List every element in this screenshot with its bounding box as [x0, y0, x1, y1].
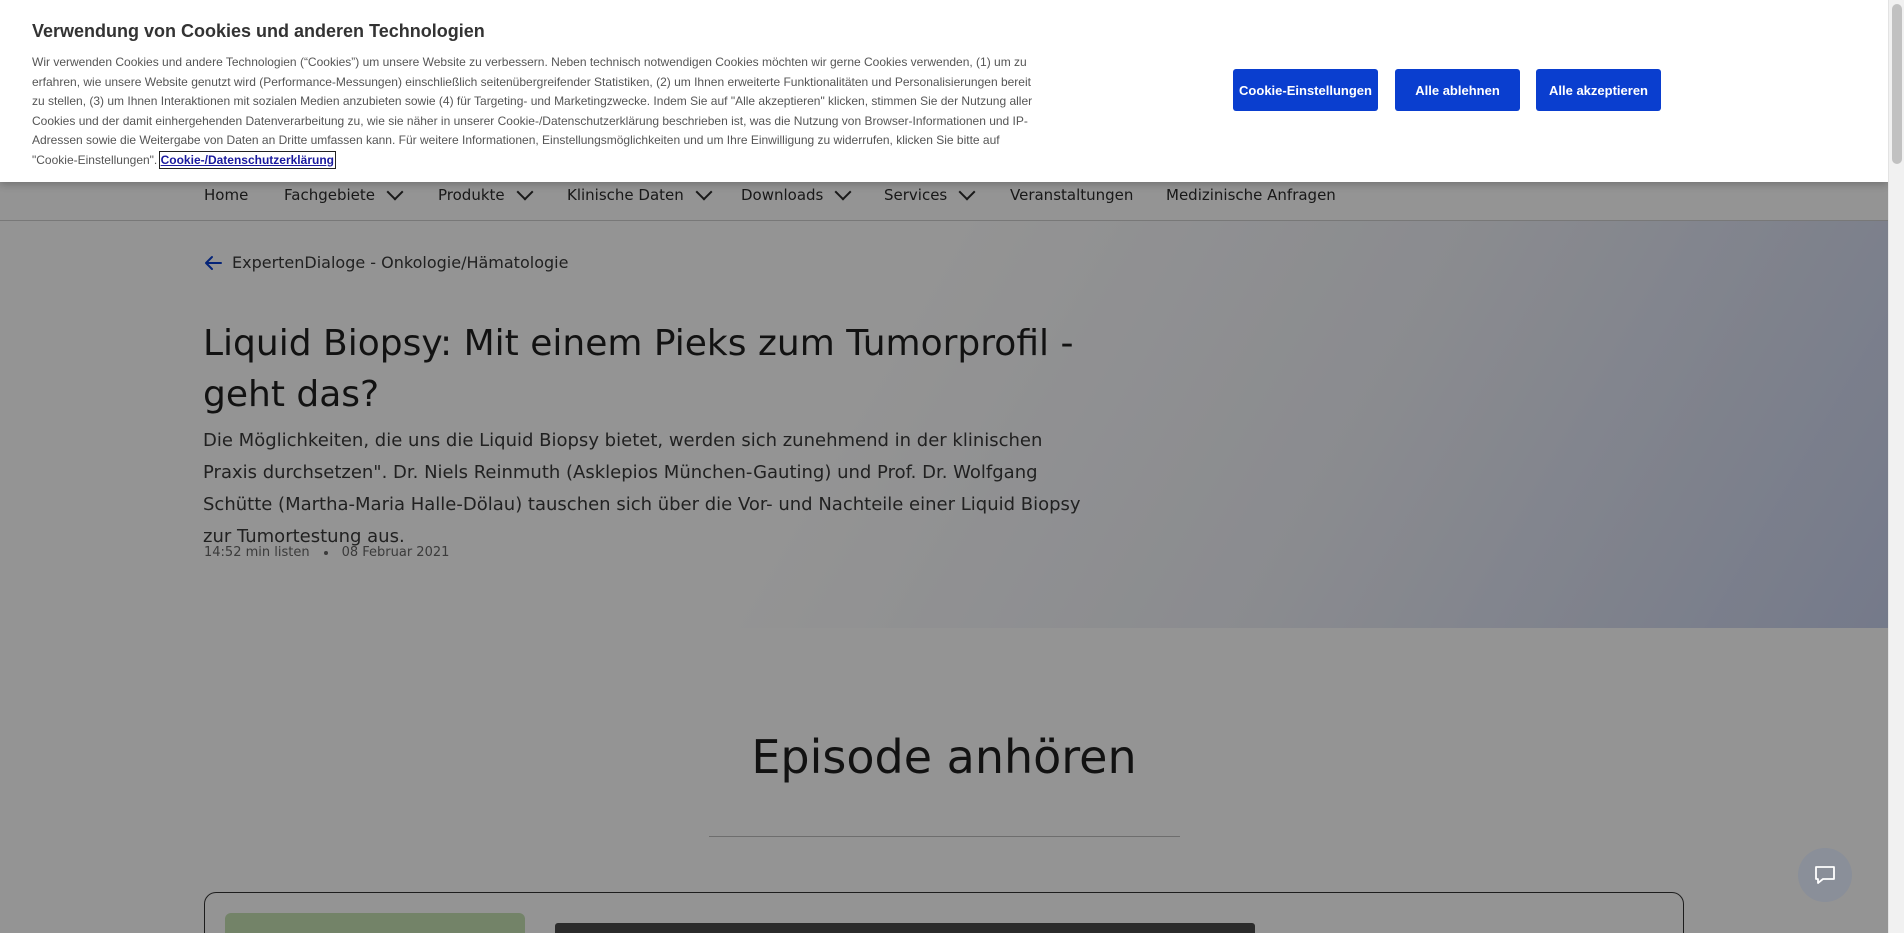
- cookie-banner-body: Wir verwenden Cookies und andere Technol…: [32, 55, 1033, 167]
- scrollbar[interactable]: [1888, 0, 1904, 933]
- cookie-banner: Verwendung von Cookies und anderen Techn…: [0, 0, 1888, 182]
- privacy-policy-link[interactable]: Cookie-/Datenschutzerklärung: [158, 150, 336, 169]
- page: Home Fachgebiete Produkte Klinische Date…: [0, 0, 1888, 933]
- reject-all-button[interactable]: Alle ablehnen: [1395, 69, 1520, 111]
- scrollbar-thumb[interactable]: [1892, 4, 1902, 164]
- chat-icon: [1815, 866, 1835, 884]
- accept-all-button[interactable]: Alle akzeptieren: [1536, 69, 1661, 111]
- chat-button[interactable]: [1798, 848, 1852, 902]
- cookie-banner-title: Verwendung von Cookies und anderen Techn…: [32, 21, 485, 41]
- cookie-banner-text: Wir verwenden Cookies und andere Technol…: [32, 53, 1042, 171]
- cookie-settings-button[interactable]: Cookie-Einstellungen: [1233, 69, 1378, 111]
